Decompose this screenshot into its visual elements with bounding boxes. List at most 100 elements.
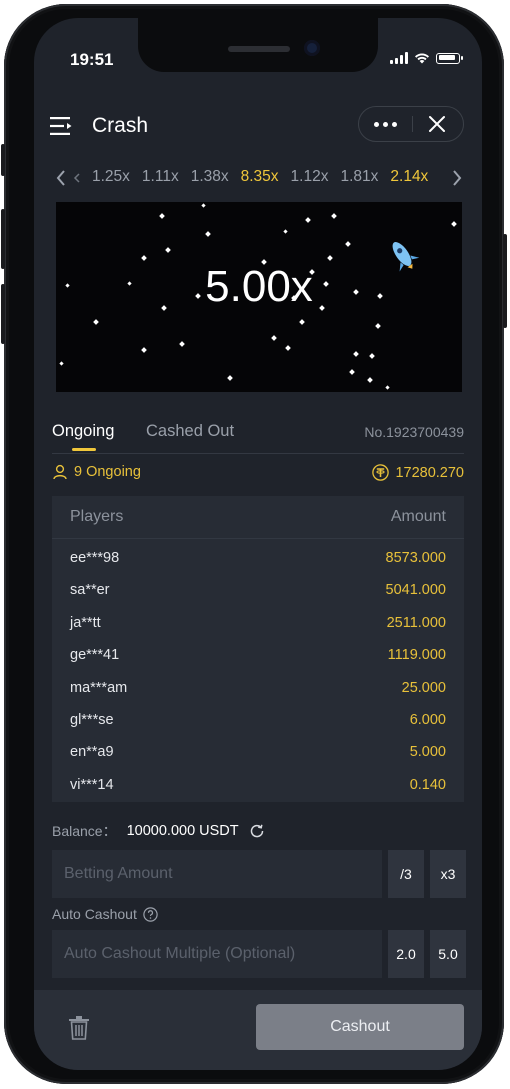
table-row: gl***se 6.000 <box>52 706 464 738</box>
total-bet: 17280.270 <box>372 464 464 481</box>
rocket-icon <box>392 242 420 272</box>
battery-icon <box>436 52 463 64</box>
auto-cashout-5x-button[interactable]: 5.0 <box>430 930 466 978</box>
betting-amount-field <box>52 850 382 898</box>
star <box>327 255 333 261</box>
star <box>271 335 277 341</box>
players-table: Players Amount ee***98 8573.000 sa**er 504… <box>52 496 464 802</box>
player-name: gl***se <box>70 711 114 728</box>
miniapp-capsule <box>358 106 464 142</box>
star <box>165 247 171 253</box>
star <box>159 213 165 219</box>
chevron-left-small-icon <box>73 173 80 183</box>
app-header: Crash <box>34 106 482 146</box>
auto-cashout-field <box>52 930 382 978</box>
bet-tabs: Ongoing Cashed Out No.1923700439 <box>34 418 482 454</box>
players-rows: ee***98 8573.000 sa**er 5041.000 ja**tt 251… <box>52 544 464 803</box>
menu-icon[interactable] <box>50 117 74 135</box>
user-icon <box>53 464 67 480</box>
star <box>141 347 147 353</box>
round-number: No.1923700439 <box>364 424 464 440</box>
multiply-by-3-button[interactable]: x3 <box>430 850 466 898</box>
divide-by-3-button[interactable]: /3 <box>388 850 424 898</box>
star <box>179 341 185 347</box>
close-icon <box>429 116 445 132</box>
star <box>385 385 390 390</box>
player-name: ma***am <box>70 679 128 696</box>
chevron-left-icon <box>56 170 65 186</box>
phone-frame: 19:51 Crash 1.25x 1.11x 1.38x 8.35x 1.12… <box>1 4 507 1084</box>
player-amount: 25.000 <box>401 679 446 696</box>
amount-header: Amount <box>390 508 446 525</box>
auto-cashout-input[interactable] <box>52 930 382 978</box>
auto-cashout-label-row: Auto Cashout <box>52 906 158 922</box>
power-button <box>503 234 507 328</box>
betting-amount-input[interactable] <box>52 850 382 898</box>
chevron-right-icon <box>453 170 462 186</box>
tab-cashed-out[interactable]: Cashed Out <box>146 422 234 441</box>
star <box>93 319 99 325</box>
player-amount: 1119.000 <box>387 647 446 664</box>
history-item[interactable]: 1.81x <box>334 166 384 188</box>
player-amount: 2511.000 <box>386 614 446 631</box>
cellular-signal-icon <box>390 52 408 64</box>
player-amount: 0.140 <box>409 776 446 793</box>
history-item[interactable]: 1.12x <box>285 166 335 188</box>
star <box>369 353 375 359</box>
player-amount: 5.000 <box>409 744 446 761</box>
auto-cashout-label: Auto Cashout <box>52 906 137 922</box>
star <box>283 229 288 234</box>
volume-down-button <box>1 284 5 344</box>
star <box>59 361 64 366</box>
wifi-icon <box>415 53 429 64</box>
player-amount: 6.000 <box>409 711 446 728</box>
star <box>451 221 457 227</box>
usdt-coin-icon <box>372 464 390 481</box>
help-icon[interactable] <box>143 906 158 922</box>
players-header: Players <box>70 508 124 525</box>
front-camera <box>304 40 320 56</box>
table-row: sa**er 5041.000 <box>52 576 464 608</box>
star <box>205 231 211 237</box>
table-row: en**a9 5.000 <box>52 738 464 770</box>
history-next-button[interactable] <box>446 164 468 192</box>
history-prev-button[interactable] <box>50 164 72 192</box>
history-item[interactable]: 1.25x <box>86 166 136 188</box>
player-name: ee***98 <box>70 550 120 566</box>
table-row: ee***98 8573.000 <box>52 544 464 576</box>
refresh-icon[interactable] <box>249 823 265 839</box>
history-item[interactable]: 2.14x <box>384 166 434 188</box>
mute-switch <box>1 144 5 176</box>
more-options-button[interactable] <box>359 107 412 141</box>
star <box>227 375 233 381</box>
speaker <box>228 46 290 52</box>
history-scroll-left-indicator <box>70 164 84 192</box>
player-name: ja**tt <box>70 614 101 631</box>
history-item[interactable]: 8.35x <box>235 166 285 188</box>
balance-value: 10000.000 USDT <box>126 823 239 839</box>
star <box>305 217 311 223</box>
player-amount: 5041.000 <box>385 582 446 599</box>
trash-icon[interactable] <box>68 1016 90 1040</box>
star <box>353 351 359 357</box>
player-name: ge***41 <box>70 647 120 664</box>
star <box>331 213 337 219</box>
star <box>299 319 305 325</box>
close-button[interactable] <box>411 107 463 141</box>
history-item[interactable]: 1.11x <box>136 166 185 188</box>
bottom-action-bar: Cashout <box>34 990 482 1070</box>
round-summary: 9 Ongoing 17280.270 <box>52 464 464 486</box>
tabs-divider <box>52 453 464 454</box>
history-item[interactable]: 1.38x <box>185 166 235 188</box>
status-icons <box>390 52 463 64</box>
star <box>345 241 351 247</box>
active-tab-indicator <box>72 448 96 451</box>
table-row: ma***am 25.000 <box>52 674 464 706</box>
balance-row: Balance： 10000.000 USDT <box>52 820 265 842</box>
cashout-button[interactable]: Cashout <box>256 1004 464 1050</box>
player-amount: 8573.000 <box>385 550 446 566</box>
table-row: vi***14 0.140 <box>52 771 464 803</box>
tab-ongoing[interactable]: Ongoing <box>52 422 114 441</box>
star <box>141 255 147 261</box>
auto-cashout-2x-button[interactable]: 2.0 <box>388 930 424 978</box>
